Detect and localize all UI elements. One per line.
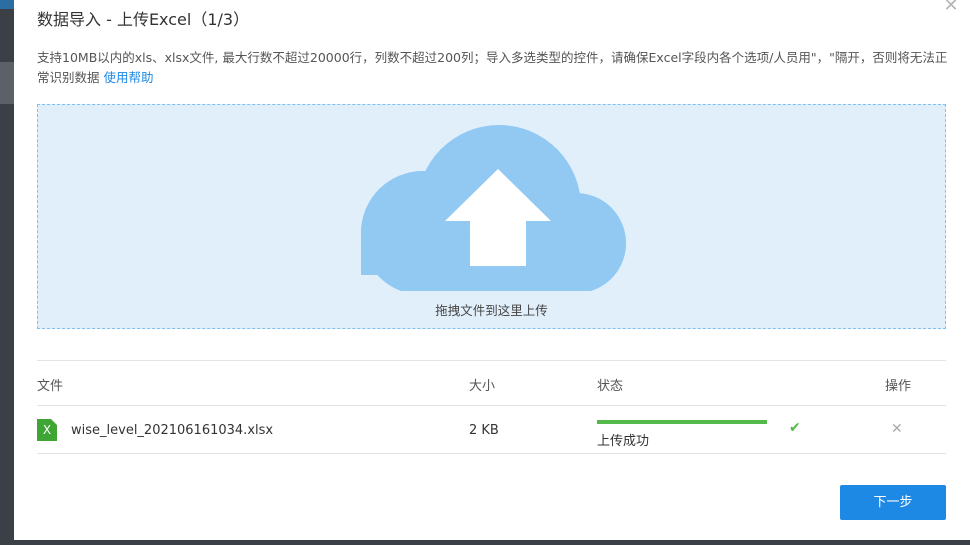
help-link[interactable]: 使用帮助 <box>104 70 154 85</box>
table-divider <box>37 453 946 454</box>
excel-file-icon: X <box>37 419 57 441</box>
file-size: 2 KB <box>469 423 499 438</box>
dropzone-label: 拖拽文件到这里上传 <box>435 303 548 318</box>
close-icon[interactable]: ✕ <box>941 0 961 15</box>
import-dialog: 数据导入 - 上传Excel（1/3） ✕ 支持10MB以内的xls、xlsx文… <box>14 0 970 540</box>
upload-progress-fill <box>597 420 767 424</box>
column-header-action: 操作 <box>885 379 912 394</box>
column-header-size: 大小 <box>469 379 496 394</box>
column-header-status: 状态 <box>597 379 624 394</box>
upload-status: 上传成功 <box>597 434 650 449</box>
file-dropzone[interactable]: 拖拽文件到这里上传 <box>37 104 946 329</box>
backdrop-bottom-edge <box>0 540 970 545</box>
backdrop-overlay <box>0 0 14 545</box>
backdrop-header-fragment <box>0 0 14 9</box>
next-step-button[interactable]: 下一步 <box>840 485 946 520</box>
delete-icon[interactable]: ✕ <box>891 421 903 437</box>
upload-progress-bar <box>597 420 767 424</box>
instructions-text: 支持10MB以内的xls、xlsx文件, 最大行数不超过20000行，列数不超过… <box>37 50 948 85</box>
check-icon: ✔ <box>789 420 801 436</box>
cloud-upload-icon <box>361 125 626 295</box>
dialog-title: 数据导入 - 上传Excel（1/3） <box>37 10 250 29</box>
table-divider <box>37 360 946 361</box>
backdrop-sidebar-fragment <box>0 62 14 104</box>
upload-instructions: 支持10MB以内的xls、xlsx文件, 最大行数不超过20000行，列数不超过… <box>37 48 952 88</box>
column-header-file: 文件 <box>37 379 64 394</box>
file-name: wise_level_202106161034.xlsx <box>71 423 274 438</box>
table-divider <box>37 405 946 406</box>
